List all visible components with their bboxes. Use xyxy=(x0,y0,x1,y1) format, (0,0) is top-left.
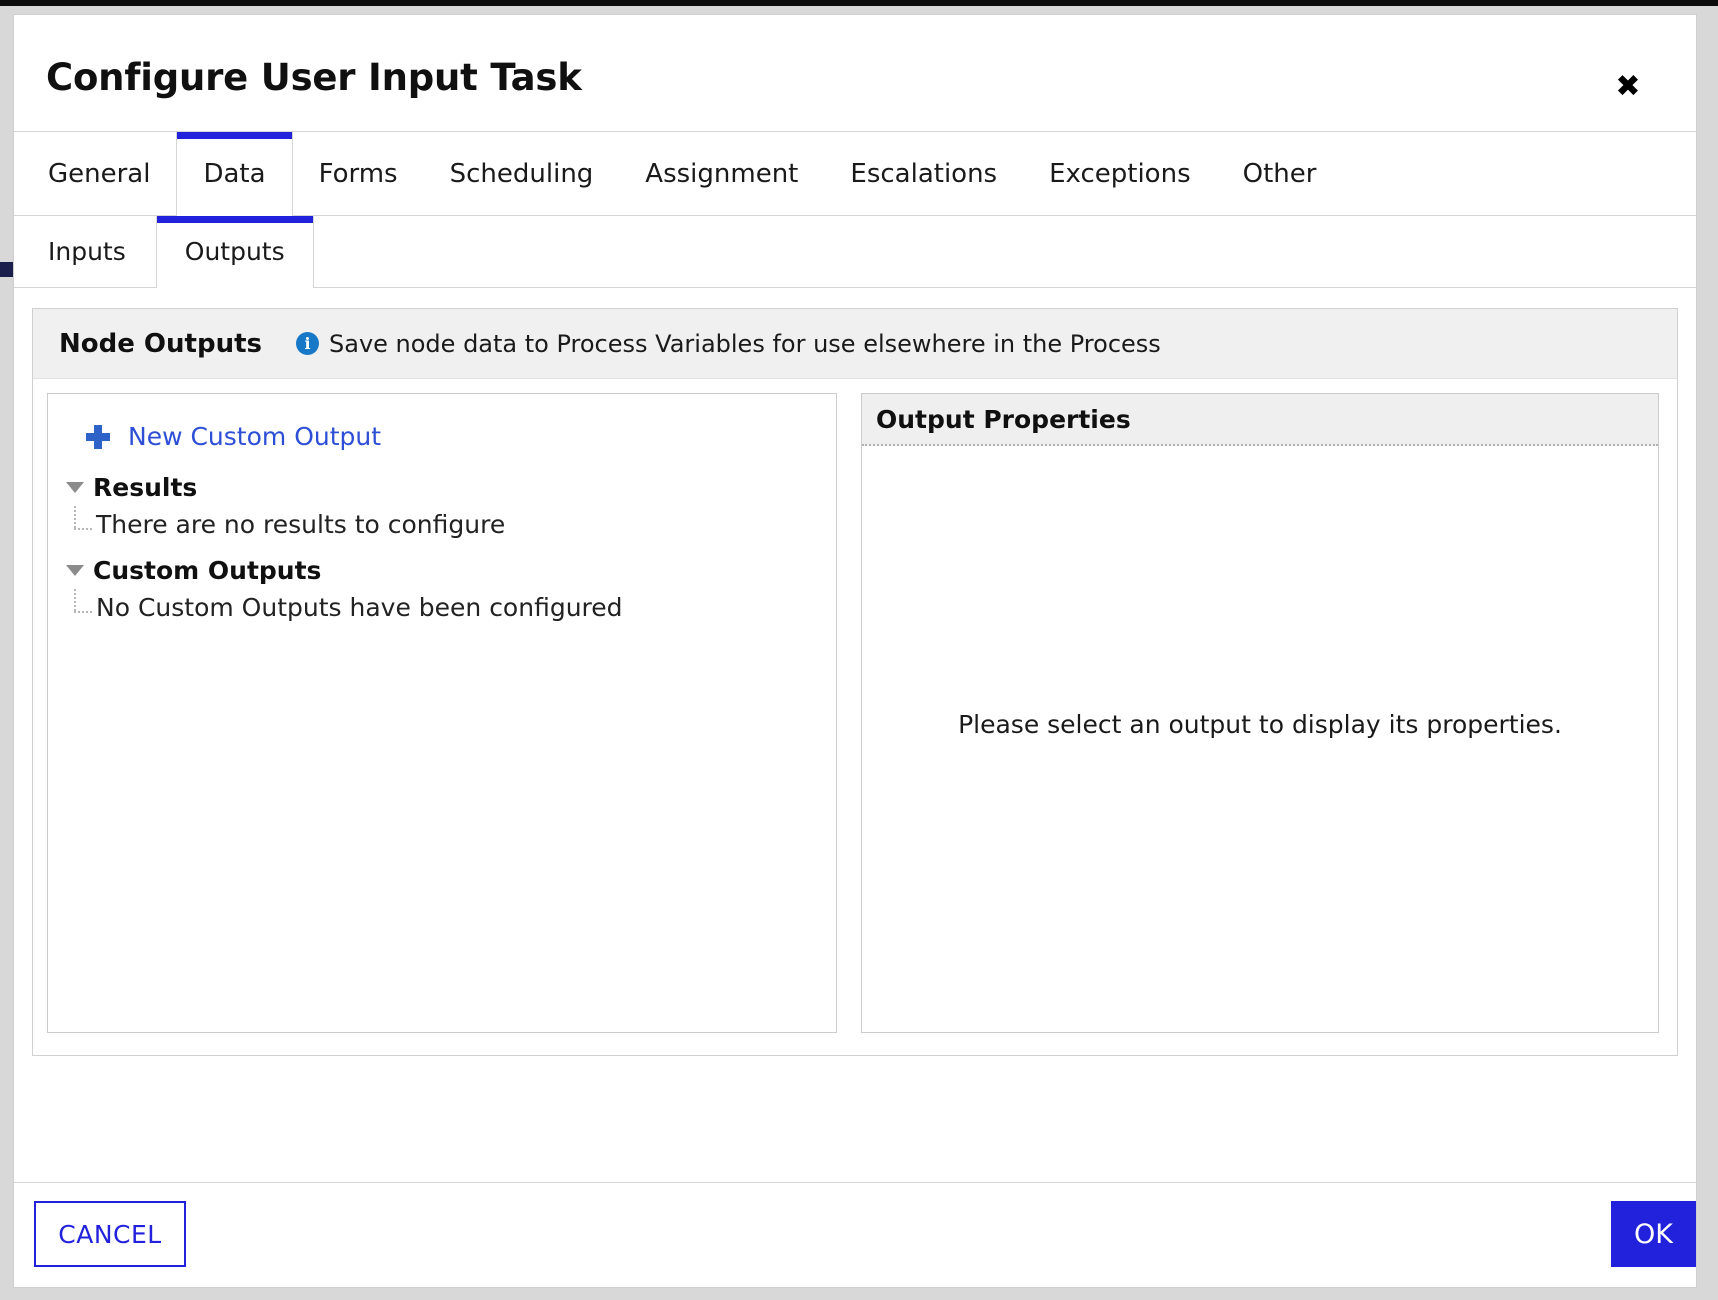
new-custom-output-label: New Custom Output xyxy=(128,422,382,451)
close-icon: ✖ xyxy=(1615,69,1641,104)
chevron-down-icon xyxy=(66,482,84,493)
node-outputs-title: Node Outputs xyxy=(59,328,262,359)
outputs-panels-row: New Custom Output Results There are no r… xyxy=(33,379,1677,1055)
node-outputs-panel: Node Outputs i Save node data to Process… xyxy=(32,308,1678,1056)
subtab-label: Outputs xyxy=(184,237,285,266)
window-top-strip xyxy=(0,0,1718,6)
info-icon: i xyxy=(296,332,319,355)
tab-general[interactable]: General xyxy=(14,132,177,215)
tab-data[interactable]: Data xyxy=(176,132,293,216)
tree-group-results: Results There are no results to configur… xyxy=(66,473,818,538)
tree-empty-message: There are no results to configure xyxy=(96,510,506,539)
tab-label: Scheduling xyxy=(449,158,594,189)
output-properties-panel: Output Properties Please select an outpu… xyxy=(861,393,1659,1033)
subtab-inputs[interactable]: Inputs xyxy=(14,216,156,287)
tab-label: Other xyxy=(1242,158,1317,189)
secondary-tabbar: Inputs Outputs xyxy=(14,216,1696,288)
node-outputs-hint-text: Save node data to Process Variables for … xyxy=(329,329,1161,358)
tab-forms[interactable]: Forms xyxy=(292,132,424,215)
output-properties-header: Output Properties xyxy=(862,394,1658,446)
dialog-body: Node Outputs i Save node data to Process… xyxy=(14,288,1696,1182)
tree-group-custom-outputs: Custom Outputs No Custom Outputs have be… xyxy=(66,556,818,621)
tab-label: General xyxy=(48,158,151,189)
tab-exceptions[interactable]: Exceptions xyxy=(1023,132,1217,215)
output-properties-empty-message: Please select an output to display its p… xyxy=(958,709,1562,739)
chevron-down-icon xyxy=(66,565,84,576)
tab-scheduling[interactable]: Scheduling xyxy=(423,132,620,215)
close-button[interactable]: ✖ xyxy=(1606,65,1650,109)
plus-icon xyxy=(86,424,110,449)
node-outputs-hint: i Save node data to Process Variables fo… xyxy=(296,330,1161,358)
tree-group-label: Results xyxy=(93,473,198,502)
new-custom-output-button[interactable]: New Custom Output xyxy=(86,422,818,451)
tree-empty-message: No Custom Outputs have been configured xyxy=(96,593,623,622)
output-properties-title: Output Properties xyxy=(876,404,1131,434)
tree-connector-icon xyxy=(72,589,94,621)
dialog-footer: CANCEL OK xyxy=(14,1182,1696,1287)
primary-tabbar: General Data Forms Scheduling Assignment… xyxy=(14,132,1696,216)
tab-other[interactable]: Other xyxy=(1216,132,1343,215)
subtab-label: Inputs xyxy=(48,237,126,266)
tab-label: Forms xyxy=(318,158,398,189)
tree-connector-icon xyxy=(72,506,94,538)
left-edge-marker xyxy=(0,262,13,277)
tab-label: Exceptions xyxy=(1049,158,1191,189)
tab-label: Data xyxy=(203,158,266,189)
ok-button[interactable]: OK xyxy=(1611,1201,1696,1267)
subtab-outputs[interactable]: Outputs xyxy=(155,216,314,288)
tree-group-label: Custom Outputs xyxy=(93,556,322,585)
tab-escalations[interactable]: Escalations xyxy=(824,132,1024,215)
tree-group-custom-outputs-header[interactable]: Custom Outputs xyxy=(66,556,818,585)
configure-user-input-task-dialog: Configure User Input Task ✖ General Data… xyxy=(13,14,1697,1288)
tree-empty-row: There are no results to configure xyxy=(66,506,818,539)
dialog-header: Configure User Input Task ✖ xyxy=(14,15,1696,132)
tree-empty-row: No Custom Outputs have been configured xyxy=(66,589,818,622)
node-outputs-header: Node Outputs i Save node data to Process… xyxy=(33,309,1677,379)
tab-label: Escalations xyxy=(850,158,998,189)
tab-assignment[interactable]: Assignment xyxy=(619,132,825,215)
tab-label: Assignment xyxy=(645,158,799,189)
outputs-tree-panel: New Custom Output Results There are no r… xyxy=(47,393,837,1033)
cancel-button[interactable]: CANCEL xyxy=(34,1201,186,1267)
tree-group-results-header[interactable]: Results xyxy=(66,473,818,502)
page-title: Configure User Input Task xyxy=(46,56,582,99)
